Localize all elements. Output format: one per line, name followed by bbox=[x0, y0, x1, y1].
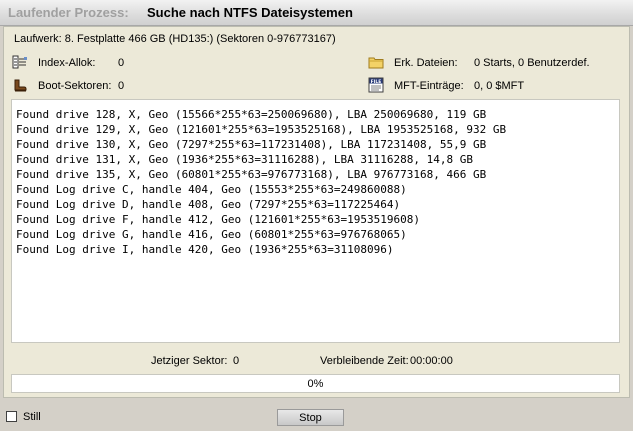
index-allocation-icon bbox=[12, 54, 28, 70]
current-sector-value: 0 bbox=[233, 355, 240, 367]
process-title: Suche nach NTFS Dateisystemen bbox=[147, 5, 353, 20]
folder-icon bbox=[368, 54, 384, 70]
remaining-time-value: 00:00:00 bbox=[410, 355, 453, 367]
process-label: Laufender Prozess: bbox=[8, 5, 129, 20]
current-sector-label: Jetziger Sektor: bbox=[151, 355, 228, 367]
index-alloc-value: 0 bbox=[118, 57, 125, 69]
still-checkbox[interactable] bbox=[6, 411, 17, 422]
log-line: Found Log drive D, handle 408, Geo (7297… bbox=[16, 198, 401, 211]
log-line: Found drive 128, X, Geo (15566*255*63=25… bbox=[16, 108, 487, 121]
process-panel: Laufwerk: 8. Festplatte 466 GB (HD135:) … bbox=[3, 26, 630, 398]
file-icon: FILE bbox=[368, 77, 384, 93]
remaining-time-label: Verbleibende Zeit: bbox=[320, 355, 409, 367]
log-line: Found drive 130, X, Geo (7297*255*63=117… bbox=[16, 138, 487, 151]
found-files-label: Erk. Dateien: bbox=[394, 57, 458, 69]
title-bar: Laufender Prozess: Suche nach NTFS Datei… bbox=[0, 0, 633, 26]
log-line: Found Log drive G, handle 416, Geo (6080… bbox=[16, 228, 407, 241]
stop-button[interactable]: Stop bbox=[277, 409, 344, 426]
boot-sectors-label: Boot-Sektoren: bbox=[38, 80, 112, 92]
log-line: Found Log drive F, handle 412, Geo (1216… bbox=[16, 213, 420, 226]
log-output[interactable]: Found drive 128, X, Geo (15566*255*63=25… bbox=[11, 99, 620, 343]
boot-sector-icon bbox=[12, 77, 28, 93]
boot-sectors-value: 0 bbox=[118, 80, 125, 92]
log-line: Found Log drive I, handle 420, Geo (1936… bbox=[16, 243, 394, 256]
progress-percent: 0% bbox=[307, 378, 324, 390]
index-alloc-label: Index-Allok: bbox=[38, 57, 96, 69]
svg-text:FILE: FILE bbox=[371, 79, 382, 85]
log-line: Found Log drive C, handle 404, Geo (1555… bbox=[16, 183, 407, 196]
drive-info: Laufwerk: 8. Festplatte 466 GB (HD135:) … bbox=[14, 33, 336, 45]
log-line: Found drive 129, X, Geo (121601*255*63=1… bbox=[16, 123, 507, 136]
mft-entries-value: 0, 0 $MFT bbox=[474, 80, 525, 92]
log-line: Found drive 135, X, Geo (60801*255*63=97… bbox=[16, 168, 487, 181]
progress-bar: 0% bbox=[11, 374, 620, 393]
log-line: Found drive 131, X, Geo (1936*255*63=311… bbox=[16, 153, 473, 166]
still-label[interactable]: Still bbox=[23, 411, 41, 423]
found-files-value: 0 Starts, 0 Benutzerdef. bbox=[474, 57, 590, 69]
mft-entries-label: MFT-Einträge: bbox=[394, 80, 464, 92]
